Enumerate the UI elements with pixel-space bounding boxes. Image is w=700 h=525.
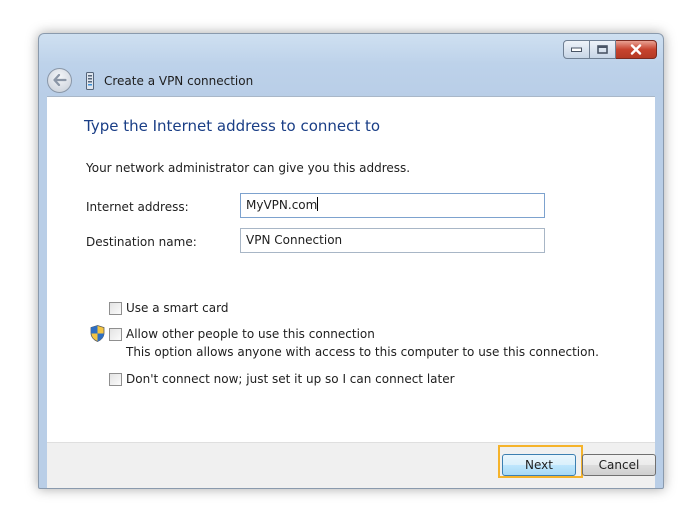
- allow-others-description: This option allows anyone with access to…: [126, 345, 599, 359]
- intro-text: Your network administrator can give you …: [86, 161, 411, 175]
- maximize-button[interactable]: [590, 40, 616, 59]
- smart-card-label: Use a smart card: [126, 301, 229, 315]
- vpn-wizard-window: Create a VPN connection Type the Interne…: [38, 33, 664, 489]
- text-caret: [317, 197, 319, 211]
- close-icon: [630, 44, 642, 55]
- minimize-icon: [571, 47, 582, 53]
- dont-connect-option[interactable]: Don't connect now; just set it up so I c…: [109, 372, 455, 386]
- allow-others-option[interactable]: Allow other people to use this connectio…: [109, 327, 375, 341]
- next-button[interactable]: Next: [502, 454, 576, 476]
- destination-name-input[interactable]: VPN Connection: [240, 228, 545, 253]
- back-button[interactable]: [47, 68, 72, 93]
- maximize-icon: [597, 45, 608, 54]
- page-heading: Type the Internet address to connect to: [84, 117, 381, 135]
- cancel-button[interactable]: Cancel: [582, 454, 656, 476]
- back-arrow-icon: [52, 71, 67, 90]
- network-icon: [86, 71, 96, 90]
- uac-shield-icon: [90, 325, 105, 346]
- internet-address-label: Internet address:: [86, 200, 189, 214]
- dont-connect-label: Don't connect now; just set it up so I c…: [126, 372, 455, 386]
- wizard-title: Create a VPN connection: [104, 73, 254, 88]
- smart-card-option[interactable]: Use a smart card: [109, 301, 228, 315]
- destination-name-label: Destination name:: [86, 235, 197, 249]
- dont-connect-checkbox[interactable]: [109, 373, 122, 386]
- wizard-header: Create a VPN connection: [47, 67, 253, 94]
- allow-others-label: Allow other people to use this connectio…: [126, 327, 375, 341]
- close-button[interactable]: [616, 40, 657, 59]
- window-controls: [563, 40, 657, 59]
- internet-address-value: MyVPN.com: [246, 198, 318, 212]
- destination-name-value: VPN Connection: [246, 233, 343, 247]
- wizard-content: Type the Internet address to connect to …: [47, 96, 655, 443]
- smart-card-checkbox[interactable]: [109, 302, 122, 315]
- allow-others-checkbox[interactable]: [109, 328, 122, 341]
- internet-address-input[interactable]: MyVPN.com: [240, 193, 545, 218]
- minimize-button[interactable]: [563, 40, 590, 59]
- wizard-footer: Next Cancel: [47, 442, 656, 488]
